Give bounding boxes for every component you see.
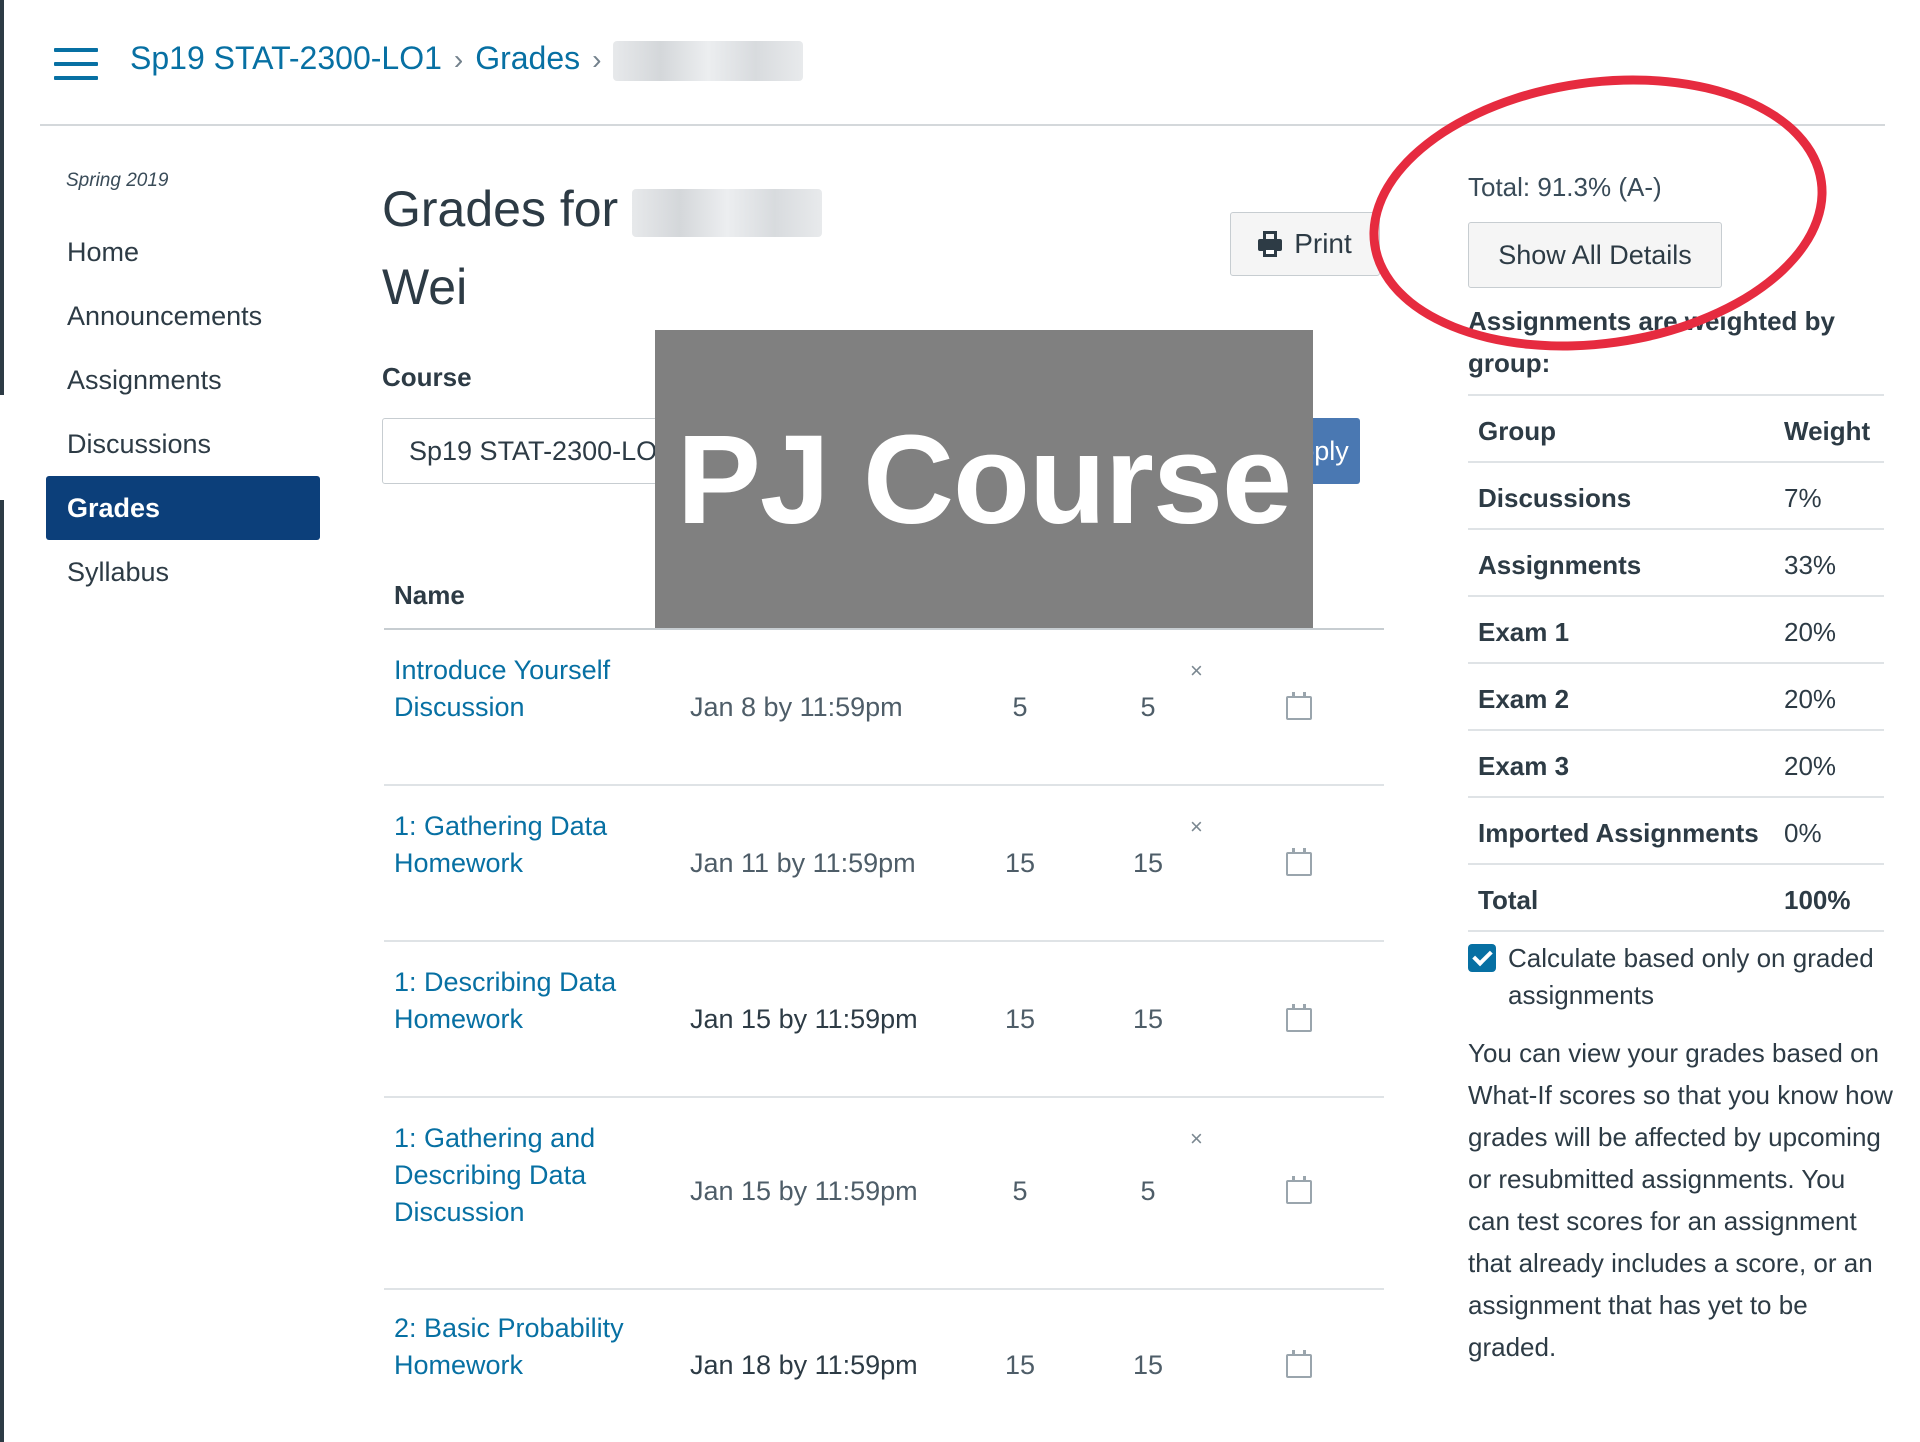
group-name: Imported Assignments (1478, 818, 1759, 848)
points-possible: 15 (1132, 848, 1164, 878)
group-name: Exam 1 (1478, 617, 1570, 647)
score: 15 (1004, 1350, 1036, 1380)
total-label: Total (1478, 885, 1539, 915)
sidebar-item-home[interactable]: Home (46, 220, 320, 284)
group-weight: 20% (1784, 684, 1837, 714)
term-label: Spring 2019 (66, 170, 169, 191)
due-date: Jan 15 by 11:59pm (690, 1004, 918, 1034)
group-weight: 0% (1784, 818, 1822, 848)
assignment-link[interactable]: 1: Describing Data Homework (394, 964, 654, 1038)
page-title-prefix: Grades for (382, 181, 619, 237)
sidebar-item-discussions[interactable]: Discussions (46, 412, 320, 476)
close-icon[interactable]: × (1190, 1126, 1203, 1152)
table-header-divider (384, 628, 1384, 630)
points-possible: 15 (1132, 1004, 1164, 1034)
group-name: Discussions (1478, 483, 1632, 513)
window-edge (0, 500, 4, 1442)
sidebar-item-syllabus[interactable]: Syllabus (46, 540, 320, 604)
weights-row: Exam 1 20% (1468, 595, 1884, 662)
calendar-icon[interactable] (1286, 1004, 1312, 1032)
total-grade: Total: 91.3% (A-) (1468, 172, 1662, 202)
breadcrumb-grades-link[interactable]: Grades (475, 40, 580, 76)
sidebar-item-grades[interactable]: Grades (46, 476, 320, 540)
assignment-link[interactable]: Introduce Yourself Discussion (394, 652, 654, 726)
group-name: Exam 3 (1478, 751, 1570, 781)
score: 5 (1012, 692, 1028, 722)
watermark-overlay: PJ Course (655, 330, 1313, 628)
due-date: Jan 11 by 11:59pm (690, 848, 916, 878)
student-name-redacted (632, 188, 823, 237)
weights-header-row: Group Weight (1468, 394, 1884, 461)
row-divider (384, 1096, 1384, 1098)
score: 5 (1012, 1176, 1028, 1206)
graded-only-label[interactable]: Calculate based only on graded assignmen… (1508, 940, 1888, 1014)
printer-icon (1258, 231, 1283, 257)
column-header-name: Name (394, 580, 465, 610)
hamburger-menu-icon[interactable] (54, 48, 100, 82)
sidebar-item-announcements[interactable]: Announcements (46, 284, 320, 348)
column-header-group: Group (1478, 416, 1556, 446)
score: 15 (1004, 1004, 1036, 1034)
weights-table: Group Weight Discussions 7% Assignments … (1468, 394, 1884, 932)
score: 15 (1004, 848, 1036, 878)
show-all-details-button[interactable]: Show All Details (1468, 222, 1722, 288)
weighted-note: Assignments are weighted by group: (1468, 306, 1835, 378)
assignment-link[interactable]: 1: Gathering Data Homework (394, 808, 654, 882)
print-button-label: Print (1294, 228, 1352, 259)
points-possible: 5 (1140, 1176, 1156, 1206)
group-name: Assignments (1478, 550, 1642, 580)
due-date: Jan 18 by 11:59pm (690, 1350, 918, 1380)
graded-only-checkbox[interactable] (1468, 944, 1496, 972)
points-possible: 5 (1140, 692, 1156, 722)
group-weight: 20% (1784, 751, 1837, 781)
top-bar: Sp19 STAT-2300-LO1 › Grades › (0, 0, 1920, 126)
due-date: Jan 8 by 11:59pm (690, 692, 903, 722)
weights-total-row: Total 100% (1468, 863, 1884, 932)
row-divider (384, 1288, 1384, 1290)
page-title: Grades for Wei (382, 170, 823, 326)
close-icon[interactable]: × (1190, 814, 1203, 840)
breadcrumb-student-redacted (613, 40, 804, 81)
close-icon[interactable]: × (1190, 658, 1203, 684)
what-if-description: You can view your grades based on What-I… (1468, 1038, 1893, 1362)
chevron-right-icon: › (592, 44, 602, 75)
chevron-right-icon: › (453, 44, 464, 75)
course-select-label: Course (382, 362, 472, 392)
weights-row: Imported Assignments 0% (1468, 796, 1884, 863)
breadcrumb-course-link[interactable]: Sp19 STAT-2300-LO1 (130, 40, 442, 76)
calendar-icon[interactable] (1286, 1350, 1312, 1378)
row-divider (384, 784, 1384, 786)
weights-row: Discussions 7% (1468, 461, 1884, 528)
print-button[interactable]: Print (1230, 212, 1380, 276)
weights-row: Exam 2 20% (1468, 662, 1884, 729)
page-title-suffix: Wei (382, 259, 468, 315)
weights-row: Assignments 33% (1468, 528, 1884, 595)
course-nav: Home Announcements Assignments Discussio… (46, 220, 320, 604)
sidebar-item-assignments[interactable]: Assignments (46, 348, 320, 412)
group-weight: 20% (1784, 617, 1837, 647)
weights-row: Exam 3 20% (1468, 729, 1884, 796)
breadcrumb: Sp19 STAT-2300-LO1 › Grades › (130, 40, 804, 81)
group-weight: 7% (1784, 483, 1822, 513)
group-name: Exam 2 (1478, 684, 1570, 714)
row-divider (384, 940, 1384, 942)
calendar-icon[interactable] (1286, 848, 1312, 876)
total-weight: 100% (1784, 885, 1851, 915)
points-possible: 15 (1132, 1350, 1164, 1380)
calendar-icon[interactable] (1286, 1176, 1312, 1204)
group-weight: 33% (1784, 550, 1837, 580)
header-divider (40, 124, 1885, 126)
due-date: Jan 15 by 11:59pm (690, 1176, 918, 1206)
column-header-weight: Weight (1784, 416, 1871, 446)
assignment-link[interactable]: 1: Gathering and Describing Data Discuss… (394, 1120, 654, 1231)
assignment-link[interactable]: 2: Basic Probability Homework (394, 1310, 654, 1384)
calendar-icon[interactable] (1286, 692, 1312, 720)
